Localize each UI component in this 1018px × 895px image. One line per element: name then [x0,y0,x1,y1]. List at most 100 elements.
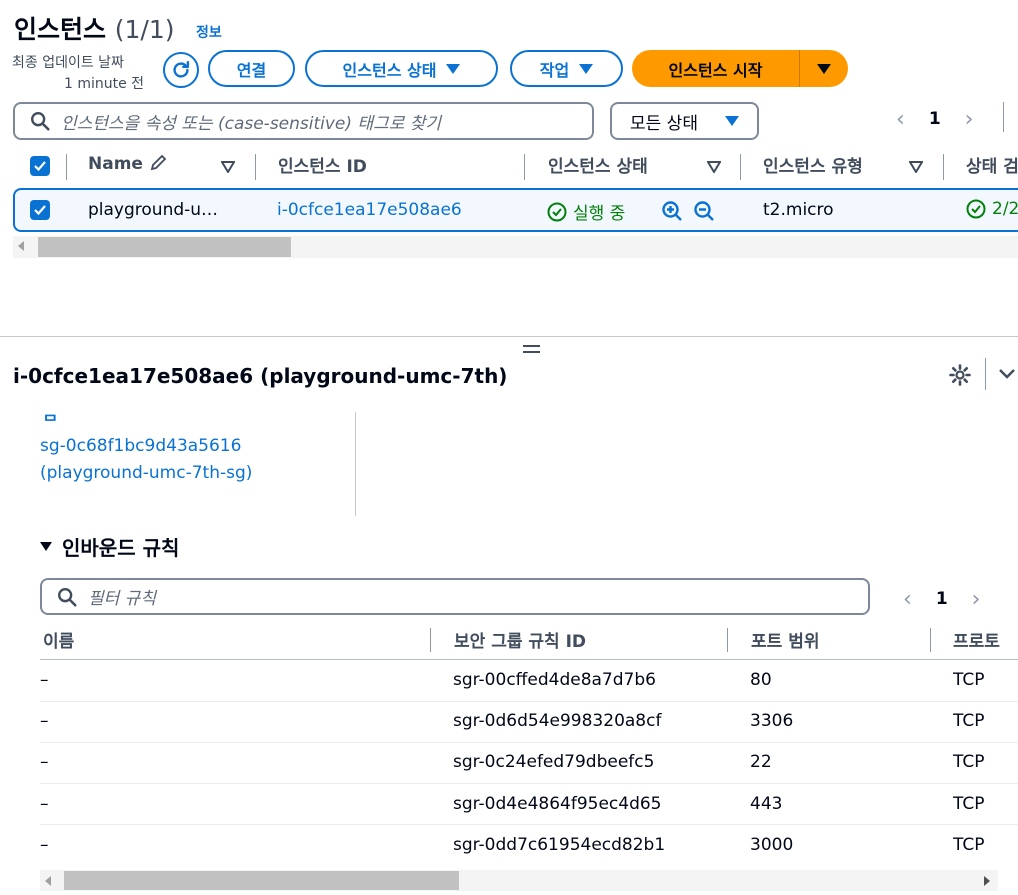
rule-id: sgr-0dd7c61954ecd82b1 [453,835,666,855]
security-group-id-link[interactable]: sg-0c68f1bc9d43a5616 [40,436,241,456]
zoom-in-icon[interactable] [661,200,683,222]
refresh-button[interactable] [163,52,199,88]
instance-state: 실행 중 [547,199,625,224]
drag-handle-icon[interactable] [523,345,540,353]
rules-search-input[interactable]: 필터 규칙 [40,578,870,615]
search-icon [58,587,77,607]
rules-pagination: ‹ 1 › [903,584,980,614]
column-status-check[interactable]: 상태 검 [966,152,1018,177]
rule-id: sgr-0d4e4864f95ec4d65 [453,794,662,814]
rules-current-page[interactable]: 1 [936,589,948,609]
column-instance-id[interactable]: 인스턴스 ID [278,152,367,177]
rule-port: 22 [750,752,772,772]
table-header-divider [40,659,1018,660]
scrollbar-thumb[interactable] [38,237,291,257]
column-name-label: Name [88,154,143,174]
status-check-text: 2/2 [992,199,1018,219]
rule-id: sgr-0c24efed79dbeefc5 [453,752,655,772]
caret-down-icon [446,63,461,74]
launch-instance-button[interactable]: 인스턴스 시작 [632,50,848,87]
page-title-text: 인스턴스 [14,15,107,44]
caret-down-icon [725,116,739,126]
inbound-rules-header[interactable]: 인바운드 규칙 [40,532,179,561]
state-filter-value: 모든 상태 [630,113,698,134]
column-divider [355,412,356,516]
status-check: 2/2 [966,199,1018,219]
column-divider [430,628,431,652]
checkmark-icon [34,205,46,216]
page-title: 인스턴스 (1/1) [14,10,174,46]
info-link[interactable]: 정보 [196,22,222,42]
last-update-label: 최종 업데이트 날짜 [12,55,124,71]
instance-search-input[interactable]: 인스턴스을 속성 또는 (case-sensitive) 태그로 찾기 [13,102,594,140]
row-divider [40,783,1018,784]
caret-down-icon [40,542,52,551]
rule-protocol: TCP [953,711,985,731]
rules-column-rule-id[interactable]: 보안 그룹 규칙 ID [454,627,586,652]
next-page-icon[interactable]: › [972,587,981,612]
prev-page-icon[interactable]: ‹ [896,107,905,132]
refresh-icon [173,61,190,78]
rule-port: 443 [750,794,783,814]
scroll-left-icon[interactable] [18,241,24,251]
rules-column-protocol[interactable]: 프로토 [953,627,1000,652]
scrollbar-thumb[interactable] [64,871,459,890]
sort-icon[interactable] [909,161,923,173]
caret-down-icon [817,63,831,74]
instance-state-button[interactable]: 인스턴스 상태 [305,50,498,87]
rule-name: – [40,752,49,772]
launch-instance-label: 인스턴스 시작 [668,60,763,80]
prev-page-icon[interactable]: ‹ [903,587,912,612]
security-group-name-link[interactable]: (playground-umc-7th-sg) [40,463,252,483]
instance-count: (1/1) [114,15,175,44]
connect-button[interactable]: 연결 [208,50,295,87]
rule-protocol: TCP [953,752,985,772]
rules-column-port-range[interactable]: 포트 범위 [751,627,819,652]
search-icon [31,112,50,131]
column-instance-state[interactable]: 인스턴스 상태 [548,152,648,177]
column-divider [255,154,256,180]
scroll-left-icon[interactable] [45,876,51,886]
row-checkbox[interactable] [30,200,50,220]
rule-name: – [40,711,49,731]
row-divider [40,824,1018,825]
state-filter-select[interactable]: 모든 상태 [610,102,759,140]
rule-id: sgr-00cffed4de8a7d7b6 [453,670,656,690]
checkmark-icon [34,161,46,172]
select-all-checkbox[interactable] [30,156,50,176]
rule-port: 3306 [750,711,794,731]
next-page-icon[interactable]: › [965,107,974,132]
actions-button[interactable]: 작업 [510,50,623,87]
row-divider [40,701,1018,702]
launch-instance-main[interactable]: 인스턴스 시작 [632,50,800,87]
zoom-out-icon[interactable] [693,200,715,222]
column-name[interactable]: Name [88,152,169,174]
security-group-label: ᄆ [43,412,58,431]
rule-protocol: TCP [953,794,985,814]
sort-icon[interactable] [221,161,235,173]
success-check-icon [547,202,567,221]
column-divider [524,154,525,180]
gear-icon[interactable] [948,363,972,387]
column-divider [727,628,728,652]
connect-label: 연결 [236,60,267,80]
last-update-time: 1 minute 전 [64,76,145,92]
rule-protocol: TCP [953,835,985,855]
launch-dropdown-button[interactable] [800,50,848,87]
inbound-rules-title: 인바운드 규칙 [62,536,180,560]
scroll-right-icon[interactable] [984,876,990,886]
caret-down-icon [579,63,594,74]
pager-divider [1003,102,1004,132]
panel-divider [985,358,986,390]
column-divider [66,154,67,180]
current-page[interactable]: 1 [929,109,941,129]
sort-icon[interactable] [707,161,721,173]
column-divider [930,628,931,652]
instance-id-link[interactable]: i-0cfce1ea17e508ae6 [277,200,462,220]
rules-column-name[interactable]: 이름 [43,627,74,652]
edit-icon [150,154,167,171]
column-divider [943,154,944,180]
chevron-down-icon[interactable] [997,367,1017,381]
instance-state-text: 실행 중 [573,204,626,224]
column-instance-type[interactable]: 인스턴스 유형 [763,152,863,177]
